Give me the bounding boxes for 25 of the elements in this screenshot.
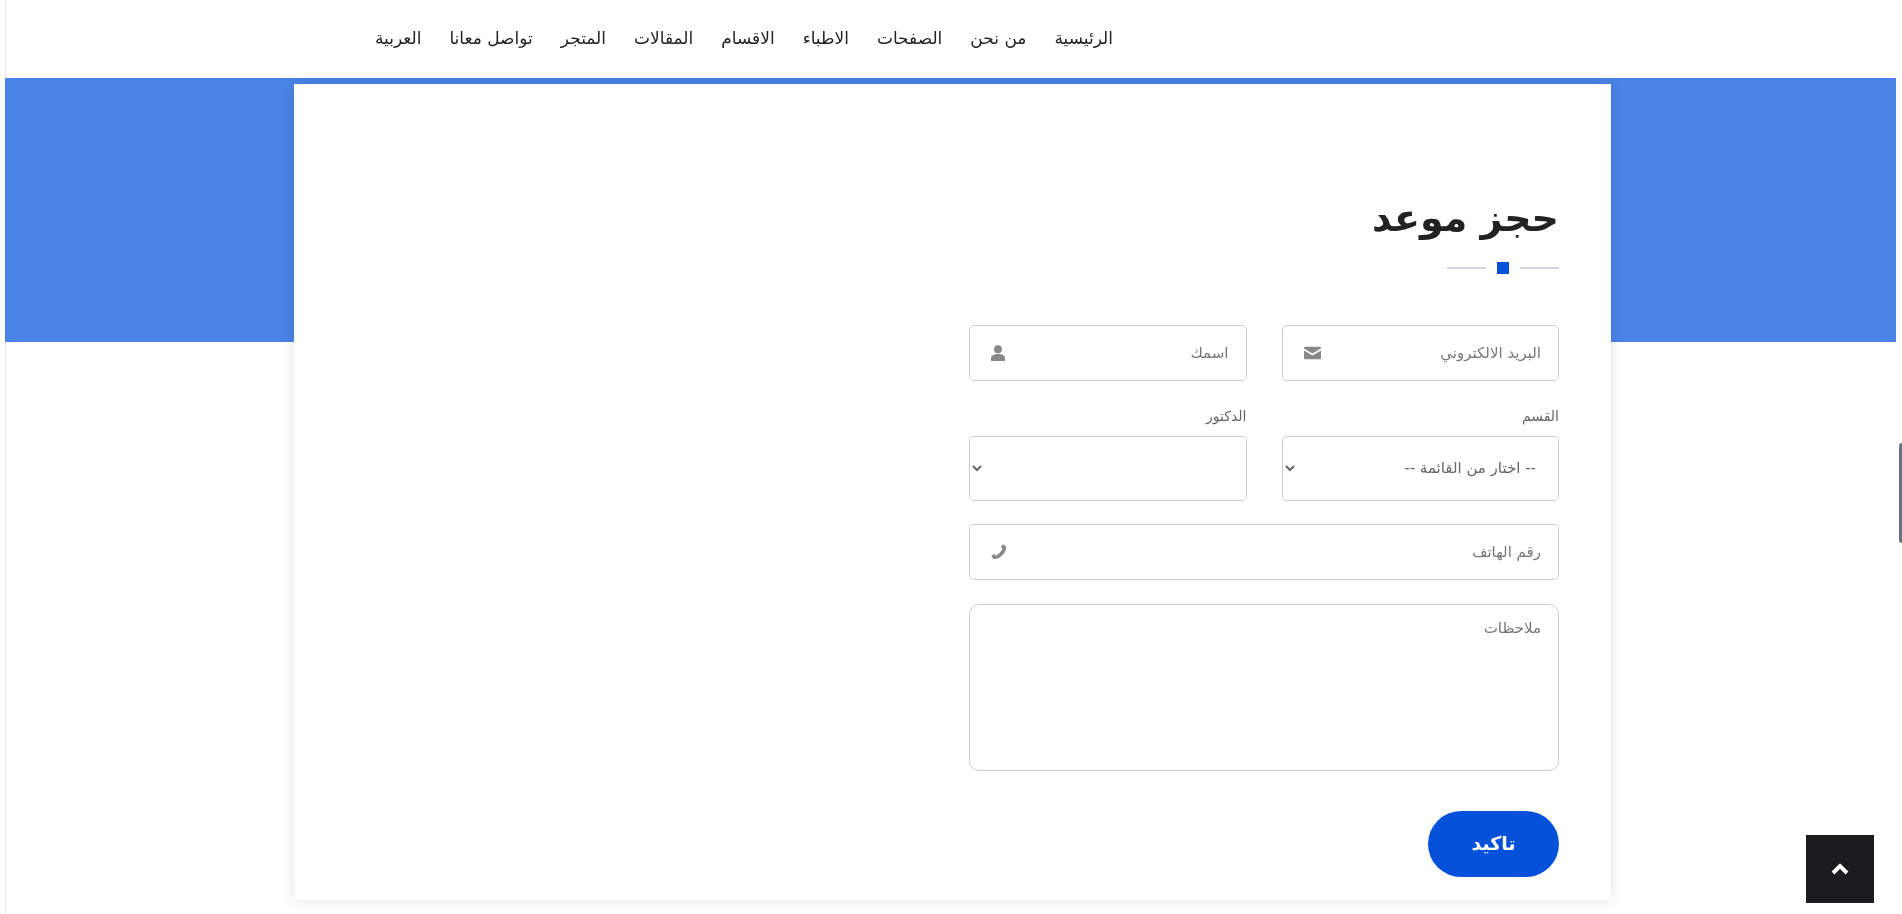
submit-button[interactable]: تاكيد [1428, 810, 1559, 877]
envelope-icon [1303, 346, 1321, 360]
scroll-to-top-button[interactable] [1806, 835, 1874, 903]
phone-field[interactable]: رقم الهاتف [969, 523, 1559, 580]
user-icon [991, 344, 1005, 361]
nav-link[interactable]: المقالات [634, 26, 694, 52]
chevron-up-icon [1831, 863, 1849, 875]
email-field[interactable]: البريد الالكتروني [1281, 324, 1559, 381]
notes-field[interactable]: ملاحظات [969, 603, 1559, 771]
nav-link[interactable]: من نحن [970, 26, 1027, 52]
nav-link[interactable]: الاقسام [721, 26, 775, 52]
phone-icon [991, 543, 1007, 560]
nav-link[interactable]: المتجر [560, 26, 606, 52]
field-label: الدكتور [1206, 406, 1247, 427]
scrollbar-thumb[interactable] [1899, 443, 1902, 543]
nav-link[interactable]: الرئيسية [1054, 26, 1113, 52]
name-field[interactable]: اسمك [969, 324, 1247, 381]
form-title: حجز موعد [1371, 196, 1559, 242]
nav-link[interactable]: الصفحات [876, 26, 943, 52]
nav-link[interactable]: تواصل معانا [449, 26, 533, 52]
dropdown-field[interactable]: -- اختار من القائمة -- [1281, 435, 1559, 501]
nav-link[interactable]: العربية [374, 26, 422, 52]
field-label: القسم [1521, 406, 1559, 427]
dropdown-field[interactable] [969, 435, 1247, 501]
nav-link[interactable]: الاطباء [802, 26, 849, 52]
